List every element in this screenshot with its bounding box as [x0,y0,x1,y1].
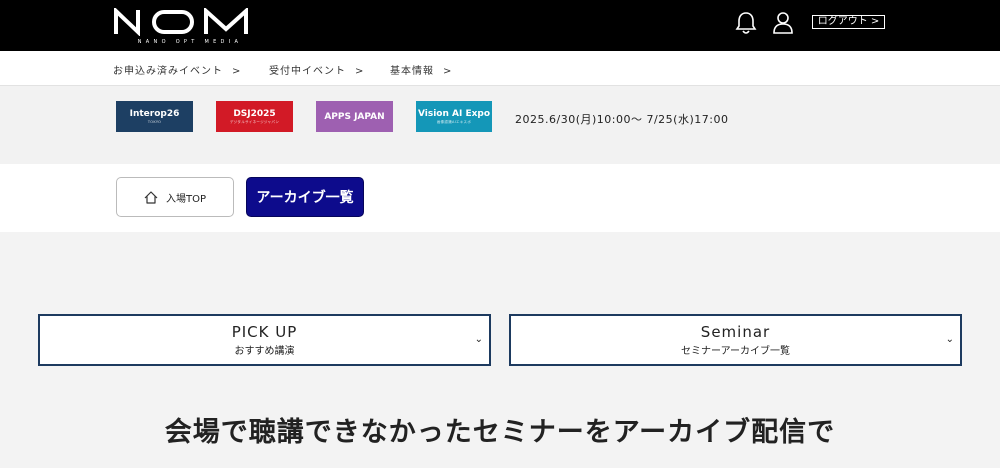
user-icon[interactable] [772,11,794,35]
breadcrumb-separator: > [443,66,453,77]
breadcrumb-open-events[interactable]: 受付中イベント > [269,62,364,77]
event-subtitle: 画像認識AIエキスポ [436,119,472,124]
event-banner-dsj[interactable]: DSJ2025 デジタルサイネージジャパン [216,101,293,132]
entry-top-label: 入場TOP [165,193,206,205]
event-banner-vision-ai[interactable]: Vision AI Expo 画像認識AIエキスポ [416,101,492,132]
dropdown-subtitle: おすすめ講演 [234,346,295,357]
page-headline: 会場で聴講できなかったセミナーをアーカイブ配信で [164,417,836,448]
event-subtitle: TOKYO [147,120,162,124]
logout-button[interactable]: ログアウト > [812,15,885,29]
logo-mark [114,8,248,36]
entry-top-button[interactable]: 入場TOP [116,177,234,217]
archive-list-button[interactable]: アーカイブ一覧 [246,177,364,217]
breadcrumb-label: 基本情報 [390,66,434,77]
pickup-dropdown[interactable]: PICK UP おすすめ講演 ⌄ [38,314,491,366]
breadcrumb-separator: > [355,66,365,77]
bell-icon[interactable] [735,11,757,35]
event-subtitle: デジタルサイネージジャパン [229,119,280,124]
event-period: 2025.6/30(月)10:00〜 7/25(水)17:00 [515,113,729,126]
top-header: NANO OPT MEDIA ログアウト > [0,0,1000,51]
event-banner-apps-japan[interactable]: APPS JAPAN [316,101,393,132]
breadcrumb: お申込み済みイベント > 受付中イベント > 基本情報 > [0,51,1000,86]
home-icon [144,190,158,204]
event-name: Vision AI Expo [417,108,491,119]
breadcrumb-applied-events[interactable]: お申込み済みイベント > [113,62,241,77]
breadcrumb-separator: > [232,66,242,77]
dropdown-subtitle: セミナーアーカイブ一覧 [681,346,790,357]
nav-bar: 入場TOP アーカイブ一覧 [0,164,1000,232]
logo-tagline: NANO OPT MEDIA [137,39,243,45]
event-name: APPS JAPAN [324,111,385,122]
dropdown-title: PICK UP [231,323,298,341]
breadcrumb-basic-info[interactable]: 基本情報 > [390,62,452,77]
event-name: DSJ2025 [233,108,276,119]
nom-logo[interactable]: NANO OPT MEDIA [114,8,266,48]
chevron-down-icon: ⌄ [945,334,954,345]
chevron-down-icon: ⌄ [474,334,483,345]
event-banners: Interop26 TOKYO DSJ2025 デジタルサイネージジャパン AP… [0,86,1000,164]
breadcrumb-label: お申込み済みイベント [113,66,223,77]
seminar-dropdown[interactable]: Seminar セミナーアーカイブ一覧 ⌄ [509,314,962,366]
breadcrumb-label: 受付中イベント [269,66,346,77]
event-name: Interop26 [129,109,180,119]
dropdown-title: Seminar [700,323,771,341]
event-banner-interop[interactable]: Interop26 TOKYO [116,101,193,132]
